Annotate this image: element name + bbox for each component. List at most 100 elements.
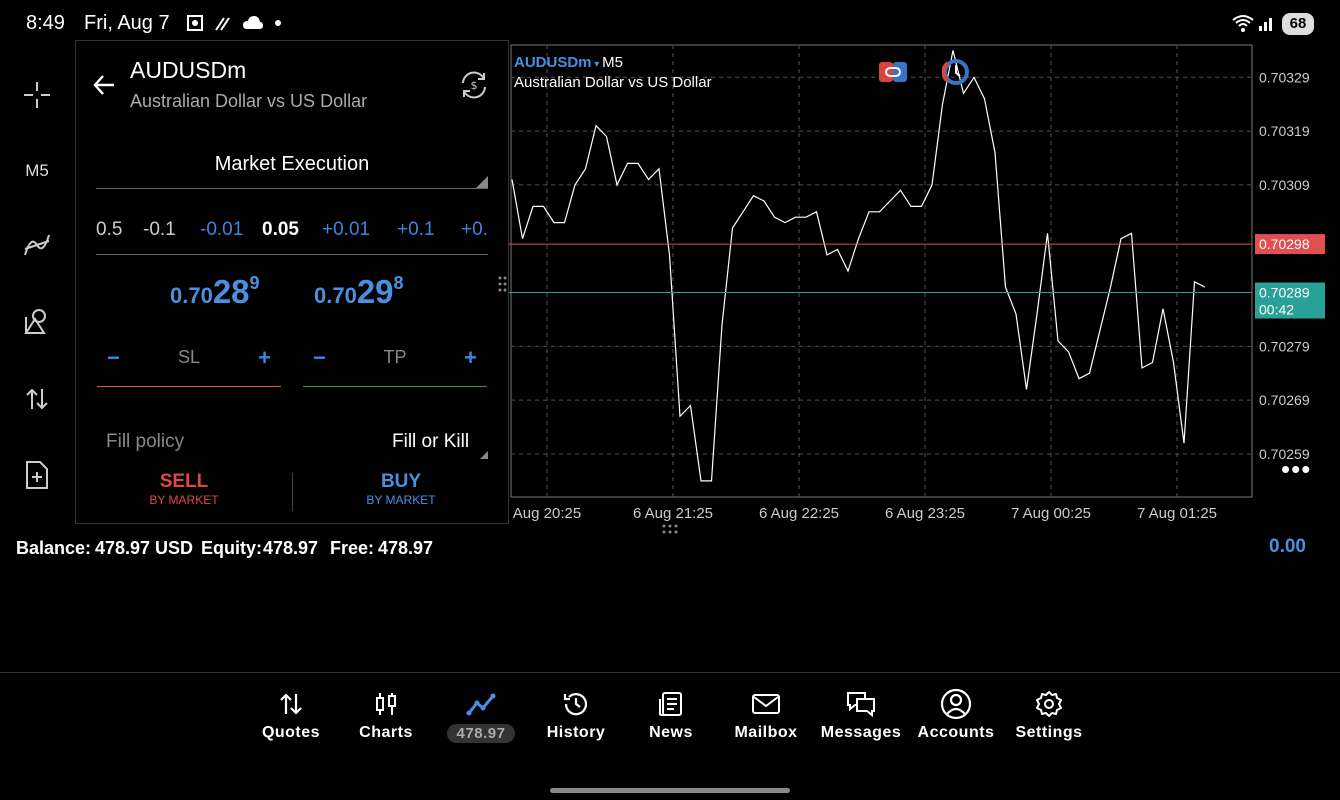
volume-step[interactable]: +0. — [461, 219, 488, 241]
y-tick-label: 0.70269 — [1259, 392, 1310, 408]
sell-sublabel: BY MARKET — [149, 493, 219, 507]
button-divider — [292, 473, 293, 511]
screenshot-icon — [187, 15, 203, 31]
wifi-icon — [1232, 15, 1254, 32]
tp-increase-button[interactable]: + — [464, 345, 477, 371]
messages-icon — [847, 692, 875, 718]
execution-type-value: Market Execution — [214, 153, 370, 175]
x-tick-label: 6 Aug 23:25 — [885, 505, 965, 522]
crosshair-icon — [24, 82, 50, 108]
fill-policy-label: Fill policy — [106, 431, 185, 452]
arrows-updown-icon — [26, 388, 48, 410]
x-tick-label: 7 Aug 00:25 — [1011, 505, 1091, 522]
nav-charts[interactable]: Charts — [339, 686, 433, 742]
buy-sublabel: BY MARKET — [366, 493, 436, 507]
nav-settings[interactable]: Settings — [1002, 686, 1096, 742]
nav-history[interactable]: History — [529, 686, 623, 742]
nav-trade[interactable]: 478.97 — [434, 686, 528, 743]
home-indicator[interactable] — [550, 788, 790, 793]
price-chart[interactable]: 0.70329 0.70319 0.70309 0.70279 0.70269 0.702… — [509, 40, 1340, 530]
crosshair-tool[interactable] — [12, 70, 62, 120]
x-tick-label: Aug 20:25 — [513, 505, 581, 522]
buy-button[interactable]: BUY BY MARKET — [301, 471, 501, 515]
nav-divider — [0, 672, 1340, 673]
nav-label: Accounts — [917, 724, 995, 741]
clock: 8:49 — [26, 12, 65, 34]
panel-resize-handle[interactable] — [498, 276, 508, 292]
y-tick-label: 0.70279 — [1259, 338, 1310, 354]
take-profit-field[interactable]: − TP + — [303, 337, 487, 387]
change-symbol-icon[interactable]: $ — [458, 69, 490, 101]
news-icon — [659, 692, 682, 716]
sl-increase-button[interactable]: + — [258, 345, 271, 371]
one-click-trading-icon[interactable] — [879, 62, 907, 82]
volume-step[interactable]: +0.1 — [397, 219, 435, 241]
y-tick-label: 0.70309 — [1259, 177, 1310, 193]
fill-policy-select[interactable]: Fill or Kill — [392, 431, 469, 453]
indicators-icon — [24, 234, 50, 256]
indicators-tool[interactable] — [12, 220, 62, 270]
y-tick-label: 0.70329 — [1259, 69, 1310, 85]
shapes-icon — [24, 309, 46, 334]
order-panel: AUDUSDm Australian Dollar vs US Dollar $… — [75, 40, 509, 524]
date: Fri, Aug 7 — [84, 12, 170, 34]
signal-lines-icon — [215, 17, 230, 31]
dot-icon — [275, 20, 281, 26]
volume-step[interactable]: -0.01 — [200, 219, 243, 241]
nav-label: 478.97 — [446, 724, 516, 743]
free-margin-label: Free: — [330, 538, 375, 558]
ask-price-label: 0.70298 — [1259, 236, 1310, 252]
chart-symbol[interactable]: AUDUSDm — [514, 54, 592, 71]
back-arrow-icon[interactable] — [92, 73, 116, 97]
bid-price-label: 0.70289 — [1259, 285, 1310, 301]
candles-icon — [376, 693, 396, 715]
account-summary: Balance: 478.97 USD Equity: 478.97 Free:… — [0, 530, 1340, 570]
history-icon — [563, 693, 588, 716]
stop-loss-field[interactable]: − SL + — [97, 337, 281, 387]
bid-price: 0.70289 — [170, 273, 260, 310]
execution-type-select[interactable]: Market Execution — [96, 153, 488, 189]
objects-tool[interactable] — [12, 296, 62, 346]
nav-messages[interactable]: Messages — [814, 686, 908, 742]
equity-value: 478.97 — [263, 538, 319, 558]
current-volume[interactable]: 0.05 — [262, 219, 299, 241]
nav-accounts[interactable]: Accounts — [909, 686, 1003, 742]
balance-label: Balance: — [16, 538, 92, 558]
settings-icon — [1036, 691, 1062, 717]
nav-label: Messages — [820, 724, 902, 741]
trading-status-icon[interactable] — [942, 59, 970, 85]
ask-price: 0.70298 — [314, 273, 404, 310]
volume-selector[interactable]: 0.5 -0.1 -0.01 0.05 +0.01 +0.1 +0. — [96, 213, 488, 255]
y-tick-label: 0.70319 — [1259, 123, 1310, 139]
chart-timeframe[interactable]: M5 — [602, 54, 623, 71]
x-tick-label: 6 Aug 21:25 — [633, 505, 713, 522]
arrows-updown-icon — [280, 693, 302, 715]
timeframe-button[interactable]: M5 — [12, 146, 62, 196]
cloud-icon — [243, 16, 263, 29]
add-document-icon — [26, 461, 48, 489]
new-order-tool[interactable] — [12, 450, 62, 500]
chart-canvas[interactable]: 0.70329 0.70319 0.70309 0.70279 0.70269 0.702… — [509, 40, 1340, 530]
volume-step[interactable]: 0.5 — [96, 219, 122, 241]
svg-text:$: $ — [471, 79, 478, 92]
volume-step[interactable]: -0.1 — [143, 219, 176, 241]
volume-step[interactable]: +0.01 — [322, 219, 370, 241]
dropdown-corner-icon — [476, 176, 488, 188]
chart-toolbar: M5 — [0, 44, 74, 524]
sell-button[interactable]: SELL BY MARKET — [84, 471, 284, 515]
nav-label: Settings — [1015, 724, 1083, 741]
total-profit: 0.00 — [1269, 536, 1306, 557]
chart-header[interactable]: AUDUSDm ▾ M5 — [514, 54, 623, 71]
nav-mailbox[interactable]: Mailbox — [719, 686, 813, 742]
sell-label: SELL — [159, 471, 209, 492]
nav-label: History — [546, 724, 606, 741]
x-tick-label: 7 Aug 01:25 — [1137, 505, 1217, 522]
nav-quotes[interactable]: Quotes — [244, 686, 338, 742]
x-tick-label: 6 Aug 22:25 — [759, 505, 839, 522]
trade-tool[interactable] — [12, 374, 62, 424]
trade-line-icon — [466, 693, 496, 716]
more-options-button[interactable]: ••• — [1281, 454, 1311, 485]
nav-news[interactable]: News — [624, 686, 718, 742]
order-symbol: AUDUSDm — [130, 57, 247, 83]
cell-signal-icon — [1259, 18, 1272, 31]
